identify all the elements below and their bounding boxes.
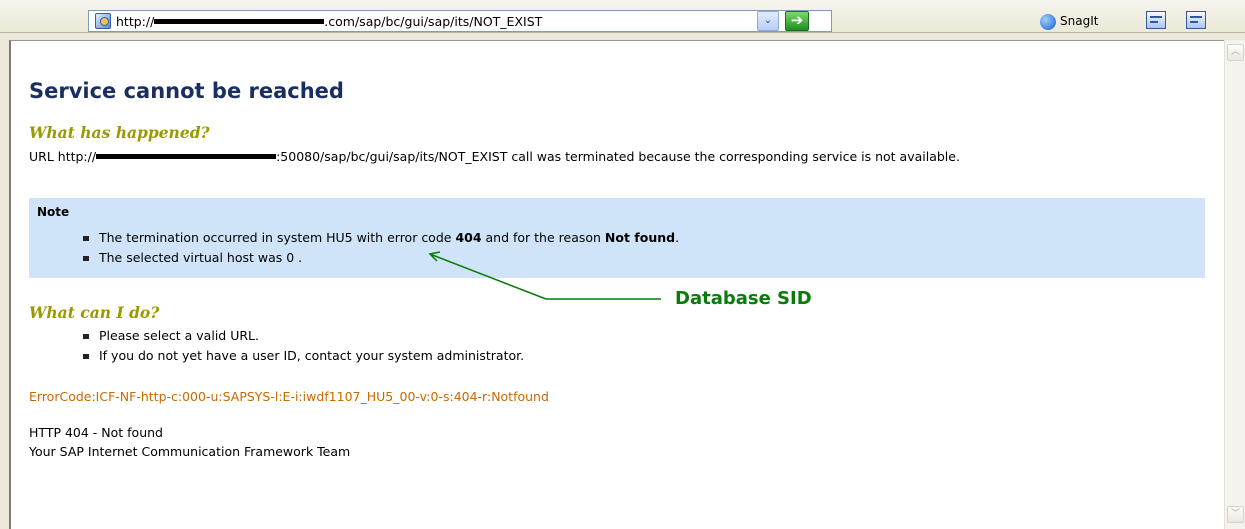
- go-arrow-icon[interactable]: ➔: [785, 11, 809, 31]
- page-icon: [95, 13, 111, 29]
- url-message-suffix: :50080/sap/bc/gui/sap/its/NOT_EXIST call…: [276, 149, 960, 164]
- redacted-host: [154, 19, 325, 24]
- error-code-value: 404: [455, 230, 482, 245]
- what-happened-heading: What has happened?: [29, 123, 210, 142]
- reason-value: Not found: [604, 230, 676, 245]
- list-item: Please select a valid URL.: [83, 326, 524, 346]
- vertical-scrollbar[interactable]: ︿ ﹀: [1224, 40, 1245, 529]
- scroll-down-icon[interactable]: ﹀: [1227, 506, 1244, 523]
- what-can-i-do-heading: What can I do?: [29, 303, 160, 322]
- capture-window-icon[interactable]: [1146, 11, 1166, 29]
- team-signature: Your SAP Internet Communication Framewor…: [29, 444, 351, 459]
- page-title: Service cannot be reached: [29, 79, 344, 103]
- note-item-text: and for the reason: [481, 230, 605, 245]
- error-code-line: ErrorCode:ICF-NF-http-c:000-u:SAPSYS-l:E…: [29, 389, 549, 404]
- note-label: Note: [37, 205, 70, 219]
- url-terminated-message: URL http:// :50080/sap/bc/gui/sap/its/NOT…: [29, 150, 1199, 163]
- snagit-label: SnagIt: [1060, 14, 1099, 28]
- snagit-button[interactable]: SnagIt: [1040, 12, 1098, 30]
- note-list: The termination occurred in system HU5 w…: [83, 228, 679, 268]
- address-dropdown-button[interactable]: ⌄: [757, 11, 779, 31]
- url-text[interactable]: http:// .com/sap/bc/gui/sap/its/NOT_EXIST: [116, 14, 756, 30]
- what-can-i-do-list: Please select a valid URL. If you do not…: [83, 326, 524, 366]
- browser-toolbar: http:// .com/sap/bc/gui/sap/its/NOT_EXIST…: [0, 0, 1245, 33]
- note-item-virtual-host: The selected virtual host was 0 .: [83, 248, 679, 268]
- database-sid-label: Database SID: [675, 288, 812, 309]
- address-bar[interactable]: http:// .com/sap/bc/gui/sap/its/NOT_EXIST: [88, 10, 832, 32]
- note-item-text: The termination occurred in system HU5 w…: [99, 230, 456, 245]
- url-prefix: http://: [116, 14, 155, 29]
- http-status-text: HTTP 404 - Not found: [29, 425, 163, 440]
- scroll-up-icon[interactable]: ︿: [1227, 44, 1244, 61]
- note-box: Note The termination occurred in system …: [29, 198, 1205, 278]
- list-item: If you do not yet have a user ID, contac…: [83, 346, 524, 366]
- redacted-host: [96, 154, 277, 159]
- page-content: Service cannot be reached What has happe…: [9, 40, 1224, 529]
- note-item-text: .: [675, 230, 680, 245]
- url-message-prefix: URL http://: [29, 149, 97, 164]
- note-item-termination: The termination occurred in system HU5 w…: [83, 228, 679, 248]
- snagit-icon: [1040, 13, 1056, 30]
- capture-settings-icon[interactable]: [1186, 11, 1206, 29]
- url-suffix: .com/sap/bc/gui/sap/its/NOT_EXIST: [324, 14, 543, 29]
